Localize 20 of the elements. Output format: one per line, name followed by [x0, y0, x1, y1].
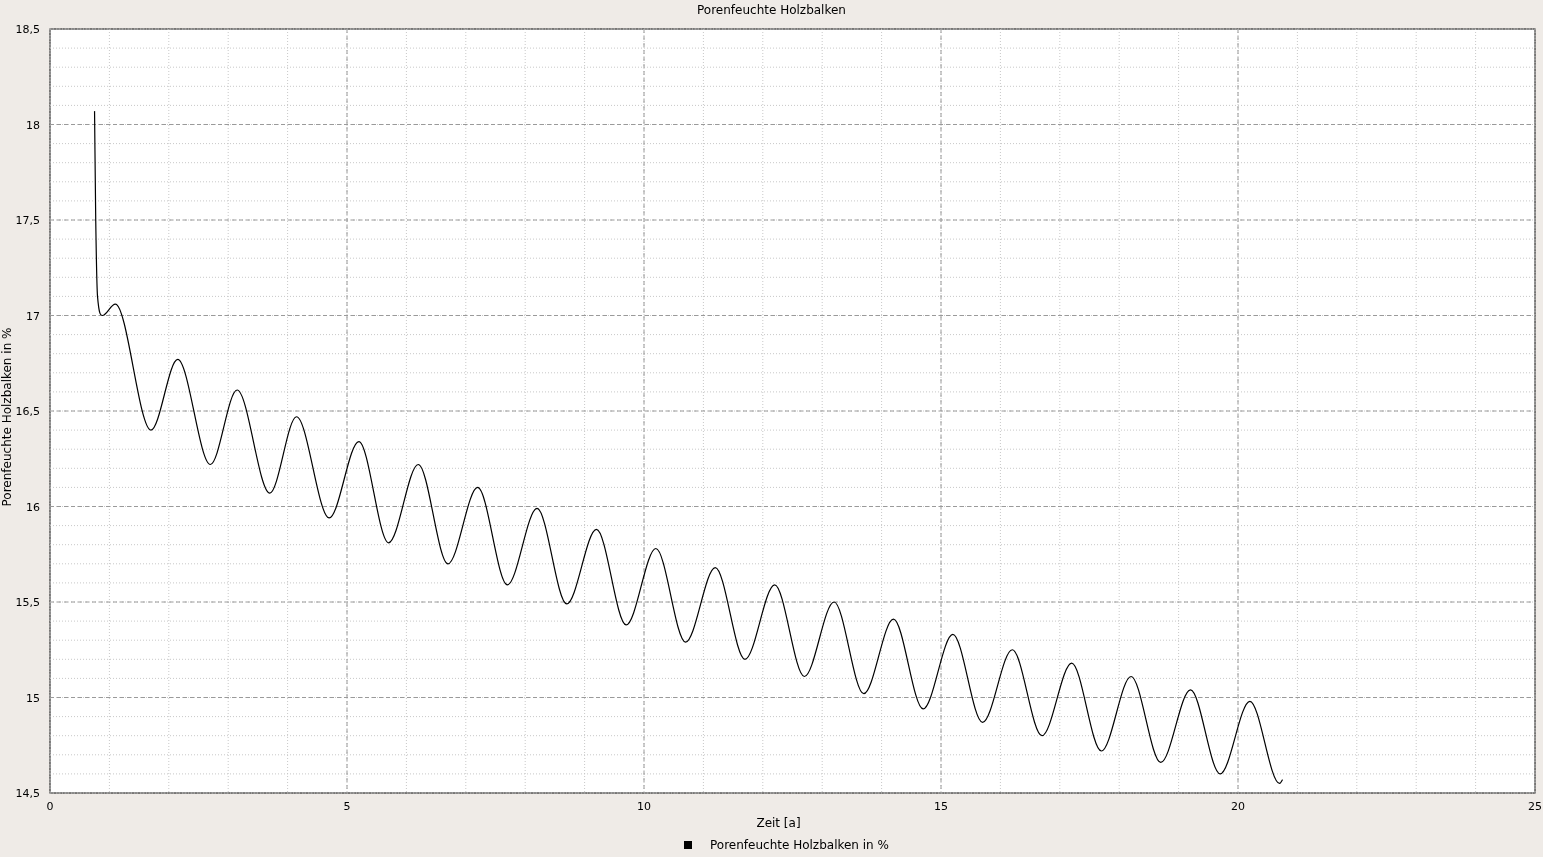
tick-label: 15: [26, 691, 40, 705]
tick-label: 17,5: [15, 214, 40, 227]
tick-label: 17: [26, 309, 40, 323]
tick-label: 18,5: [15, 23, 40, 36]
tick-label: 14,5: [15, 787, 40, 800]
tick-label: 5: [343, 800, 351, 813]
axis-title: Zeit [a]: [756, 817, 801, 829]
legend-swatch: [684, 841, 693, 849]
tick-label: 10: [637, 800, 651, 813]
axis-title: Porenfeuchte Holzbalken in %: [1, 327, 13, 506]
tick-label: 15: [934, 800, 948, 813]
tick-label: 15,5: [15, 596, 40, 609]
tick-label: 0: [46, 800, 54, 813]
tick-label: 18: [26, 118, 40, 132]
tick-label: 25: [1528, 800, 1542, 813]
chart-title: Porenfeuchte Holzbalken: [697, 4, 846, 16]
legend-label: Porenfeuchte Holzbalken in %: [710, 839, 889, 851]
tick-label: 20: [1231, 800, 1245, 813]
tick-label: 16,5: [15, 405, 40, 418]
tick-label: 16: [26, 500, 40, 514]
